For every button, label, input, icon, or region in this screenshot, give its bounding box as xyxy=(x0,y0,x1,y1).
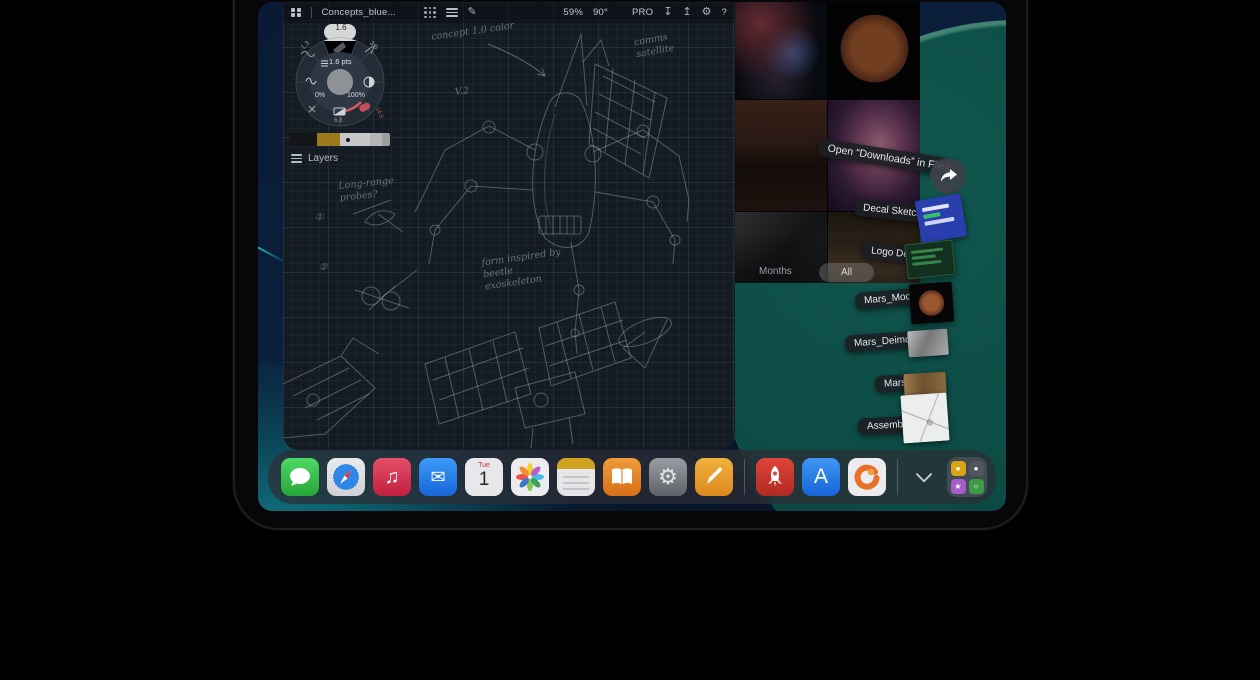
applib-camera-icon: ● xyxy=(969,461,984,476)
selection-layers-icon[interactable] xyxy=(446,6,458,19)
active-brush-size: 1.6 xyxy=(293,23,389,32)
photos-flower-icon xyxy=(511,458,549,496)
dock-app-appstore[interactable]: A xyxy=(802,458,840,496)
layers-button[interactable]: Layers xyxy=(291,152,338,165)
color-swatch-bar xyxy=(290,133,390,146)
pen-mode-icon[interactable]: ✎ xyxy=(468,7,477,18)
applib-clock-icon: ○ xyxy=(969,479,984,494)
document-title[interactable]: Concepts_blue... xyxy=(322,7,397,18)
settings-gear-icon[interactable]: ⚙ xyxy=(702,7,712,18)
opacity-min-label: 0% xyxy=(315,92,325,99)
ipad-bezel: concept 1.0 color comms satellite V.2 Lo… xyxy=(233,0,1028,530)
dock-divider xyxy=(897,459,898,495)
dock-app-mail[interactable]: ✉ xyxy=(419,458,457,496)
messages-bubble-icon xyxy=(281,458,319,496)
dock-app-messages[interactable] xyxy=(281,458,319,496)
pro-badge[interactable]: PRO xyxy=(632,7,653,18)
concepts-app-window[interactable]: concept 1.0 color comms satellite V.2 Lo… xyxy=(283,2,735,450)
thumb-decal-sketches[interactable] xyxy=(915,193,968,243)
dock-divider xyxy=(744,459,745,495)
applib-tips-icon: ● xyxy=(951,461,966,476)
calendar-weekday: Tue xyxy=(465,462,503,469)
dock-app-settings[interactable]: ⚙ xyxy=(649,458,687,496)
concepts-c-icon xyxy=(848,458,886,496)
thumb-assembly[interactable] xyxy=(900,392,949,443)
selected-swatch-dot xyxy=(346,138,350,142)
tool-wheel[interactable]: 1.6 1.3 3.5 6.8 14.5 1.6 pts 0% 100% xyxy=(293,24,389,136)
stroke-width-label: 1.6 pts xyxy=(329,57,352,66)
calendar-day: 1 xyxy=(465,469,503,491)
thumb-mars-deimos[interactable] xyxy=(907,329,949,358)
toolbar-divider xyxy=(311,7,312,18)
dock-collapse-chevron[interactable] xyxy=(909,458,939,496)
applib-star-icon: ★ xyxy=(951,479,966,494)
stage: concept 1.0 color comms satellite V.2 Lo… xyxy=(0,0,1260,680)
mail-envelope-icon: ✉ xyxy=(419,458,457,496)
dock-app-photos[interactable] xyxy=(511,458,549,496)
pages-pen-icon xyxy=(695,458,733,496)
dock-app-notes[interactable] xyxy=(557,458,595,496)
annotation-number-2: ② xyxy=(319,262,328,274)
dock-app-concepts[interactable] xyxy=(848,458,886,496)
books-open-book-icon xyxy=(603,458,641,496)
thumb-mars-model[interactable] xyxy=(909,282,955,325)
notes-line xyxy=(563,482,589,484)
export-icon[interactable]: ↥ xyxy=(682,7,691,18)
brush-size-bottom: 6.8 xyxy=(334,118,342,124)
ipad-screen: concept 1.0 color comms satellite V.2 Lo… xyxy=(258,2,1006,511)
import-icon[interactable]: ↧ xyxy=(663,7,672,18)
thumb-logo-detail[interactable] xyxy=(904,240,955,280)
dock-app-books[interactable] xyxy=(603,458,641,496)
notes-line xyxy=(563,476,589,478)
dock-app-rocket[interactable] xyxy=(756,458,794,496)
notes-line xyxy=(563,488,589,490)
chevron-down-icon xyxy=(916,466,933,483)
swatch-black[interactable] xyxy=(290,133,317,146)
gallery-grid-icon[interactable] xyxy=(291,8,301,18)
dock-app-calendar[interactable]: Tue 1 xyxy=(465,458,503,496)
opacity-max-label: 100% xyxy=(347,92,365,99)
dock-app-music[interactable]: ♫ xyxy=(373,458,411,496)
dock-app-safari[interactable] xyxy=(327,458,365,496)
rotation-value[interactable]: 90° xyxy=(593,7,608,18)
layers-menu-icon xyxy=(291,152,302,165)
dock: ♫ ✉ Tue 1 xyxy=(268,450,996,504)
appstore-a-icon: A xyxy=(802,458,840,496)
dock-app-library[interactable]: ● ● ★ ○ xyxy=(947,457,987,497)
photos-tab-all[interactable]: All xyxy=(819,263,874,282)
snap-grid-icon[interactable] xyxy=(424,7,436,19)
annotation-number-1: ① xyxy=(315,212,324,224)
help-button[interactable]: ? xyxy=(722,7,727,18)
settings-gear-icon: ⚙ xyxy=(649,458,687,496)
share-arrow-icon xyxy=(939,168,957,184)
annotation-version: V.2 xyxy=(454,85,470,99)
music-note-icon: ♫ xyxy=(373,458,411,496)
concepts-toolbar: Concepts_blue... ✎ 59% 90° PRO ↧ ↥ ⚙ ? xyxy=(283,2,735,23)
swatch-ochre[interactable] xyxy=(317,133,340,146)
photos-tab-months[interactable]: Months xyxy=(759,266,792,277)
rocket-icon xyxy=(756,458,794,496)
notes-header-strip xyxy=(557,458,595,469)
swatch-gray[interactable] xyxy=(370,133,382,146)
swatch-dark-gray[interactable] xyxy=(382,133,390,146)
safari-compass-icon xyxy=(327,458,365,496)
swatch-light-gray[interactable] xyxy=(340,133,370,146)
share-forward-button[interactable] xyxy=(930,158,966,194)
zoom-level[interactable]: 59% xyxy=(563,7,583,18)
layers-label: Layers xyxy=(308,153,338,164)
dock-app-pages[interactable] xyxy=(695,458,733,496)
